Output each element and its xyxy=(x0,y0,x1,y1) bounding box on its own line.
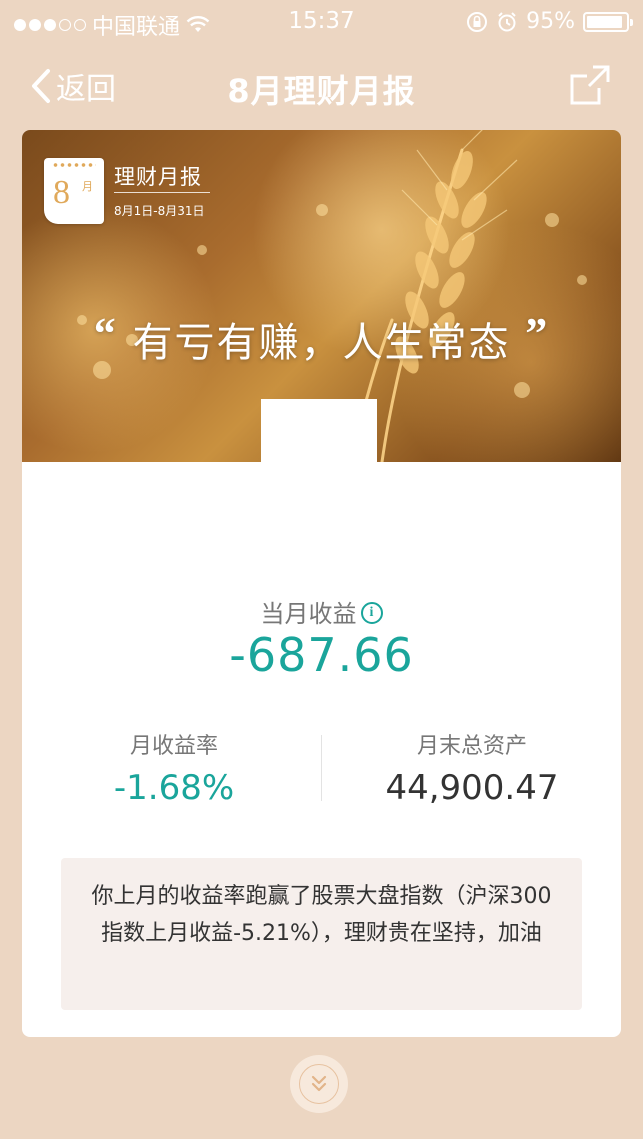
stats-divider xyxy=(321,735,322,801)
share-button[interactable] xyxy=(569,64,611,110)
report-label: 理财月报 xyxy=(114,165,202,189)
page-title: 8月理财月报 xyxy=(227,72,416,110)
nav-bar: 返回 8月理财月报 xyxy=(0,50,643,122)
scroll-down-button[interactable] xyxy=(290,1055,348,1113)
orientation-lock-icon xyxy=(467,11,488,32)
alarm-icon xyxy=(498,11,516,31)
monthly-income-value: -687.66 xyxy=(229,628,414,682)
assets-label: 月末总资产 xyxy=(416,734,527,759)
share-icon xyxy=(570,65,610,105)
monthly-income-label: 当月收益 i xyxy=(22,594,621,629)
report-date-range: 8月1日-8月31日 xyxy=(114,204,205,218)
return-rate-label: 月收益率 xyxy=(129,734,218,759)
quote-text: 有亏有赚，人生常态 xyxy=(132,320,511,366)
month-end-assets: 月末总资产 44,900.47 xyxy=(342,728,602,808)
open-quote-icon: “ xyxy=(93,309,118,358)
report-divider xyxy=(114,192,210,193)
info-icon[interactable]: i xyxy=(360,602,383,624)
monthly-return-rate: 月收益率 -1.68% xyxy=(44,728,304,808)
income-label-text: 当月收益 xyxy=(260,600,357,628)
report-card: 8 月 理财月报 8月1日-8月31日 “ 有亏有赚，人生常态 ” 当月收益 i … xyxy=(22,130,621,1037)
calendar-month: 8 xyxy=(53,174,70,211)
assets-value: 44,900.47 xyxy=(385,768,559,808)
calendar-unit: 月 xyxy=(82,180,93,193)
status-right: 95% xyxy=(466,9,633,34)
calendar-icon: 8 月 xyxy=(44,158,104,224)
quote-banner: “ 有亏有赚，人生常态 ” xyxy=(22,309,621,368)
double-chevron-down-icon xyxy=(311,1075,327,1092)
return-rate-value: -1.68% xyxy=(113,768,235,808)
avatar xyxy=(261,399,377,503)
battery-icon xyxy=(583,11,633,32)
status-bar: 中国联通 15:37 95% xyxy=(0,0,643,44)
close-quote-icon: ” xyxy=(525,309,550,358)
battery-percent: 95% xyxy=(526,9,575,34)
performance-message: 你上月的收益率跑赢了股票大盘指数（沪深300指数上月收益-5.21%），理财贵在… xyxy=(61,858,582,1010)
